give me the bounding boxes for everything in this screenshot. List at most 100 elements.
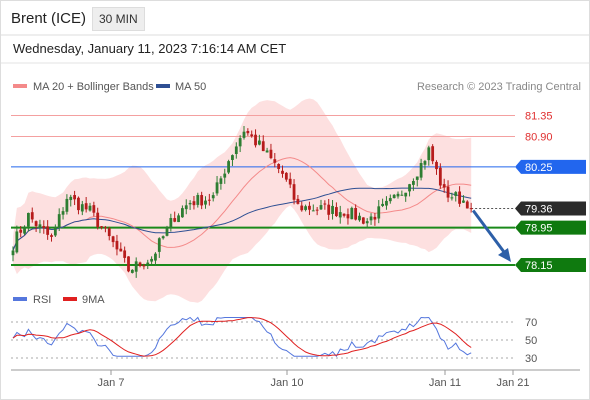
candle-body — [169, 218, 173, 228]
legend-9ma-label: 9MA — [82, 294, 105, 306]
candle-body — [200, 195, 204, 206]
candle-body — [219, 178, 223, 184]
candle-body — [254, 134, 257, 146]
candle-body — [338, 212, 342, 218]
candle-body — [231, 155, 234, 161]
candle-body — [465, 201, 469, 209]
rsi-legend: RSI 9MA — [13, 294, 105, 306]
candle-body — [73, 195, 76, 200]
candle-body — [404, 192, 408, 197]
candle-body — [184, 205, 188, 210]
candle-body — [296, 198, 300, 204]
bollinger-band-area — [13, 98, 472, 303]
candle-body — [34, 221, 38, 226]
candle-body — [431, 146, 435, 162]
candle-body — [19, 229, 23, 233]
candle-body — [27, 212, 30, 227]
candle-body — [392, 194, 396, 199]
candle-body — [50, 235, 53, 237]
candle-body — [207, 199, 211, 201]
candle-body — [435, 161, 438, 170]
candle-body — [154, 253, 157, 261]
candle-body — [281, 170, 284, 174]
candle-body — [42, 226, 46, 229]
candle-body — [234, 146, 238, 154]
candle-body — [342, 213, 346, 216]
x-tick-label: Jan 21 — [496, 377, 529, 389]
candle-body — [53, 227, 57, 236]
candle — [165, 225, 169, 237]
candle-body — [69, 196, 73, 201]
candle-body — [11, 250, 15, 256]
rsi-tick-label: 70 — [525, 317, 537, 329]
candle-body — [104, 227, 107, 229]
candle-body — [396, 193, 400, 197]
x-axis-ticks: Jan 7 Jan 10 Jan 11 Jan 21 — [98, 370, 530, 389]
candle-body — [80, 204, 84, 212]
rsi-line — [12, 316, 472, 358]
level-labels-layer: 81.35 80.90 80.25 79.36 78.95 78.15 — [515, 111, 586, 272]
candle-body — [157, 238, 161, 252]
candle-body — [161, 236, 165, 239]
candle-body — [111, 236, 115, 243]
candle-body — [284, 172, 288, 180]
candle-body — [181, 208, 184, 218]
candle-body — [15, 231, 19, 253]
candle-body — [177, 215, 180, 223]
candle-body — [61, 211, 65, 215]
chart-root: Brent (ICE) 30 MIN Wednesday, January 11… — [0, 0, 590, 400]
candle-body — [96, 212, 100, 228]
candle — [227, 159, 230, 175]
candle-body — [88, 205, 92, 211]
candle-body — [192, 201, 196, 206]
copyright: Research © 2023 Trading Central — [417, 81, 581, 93]
candle-body — [377, 206, 381, 219]
candle-body — [77, 197, 80, 211]
candle-body — [327, 204, 331, 215]
candle-body — [331, 205, 334, 214]
candle-body — [369, 216, 373, 221]
candle-body — [138, 262, 142, 267]
candle-body — [23, 226, 26, 234]
candle-body — [323, 203, 327, 205]
candle-body — [315, 209, 319, 211]
candle-body — [92, 205, 96, 213]
candle-body — [438, 167, 442, 186]
legend-rsi-label: RSI — [33, 294, 51, 306]
candle — [361, 217, 365, 225]
candle-body — [381, 203, 384, 206]
main-legend: MA 20 + Bollinger Bands MA 50 Research ©… — [13, 81, 581, 93]
candle-body — [419, 163, 423, 178]
candle-body — [288, 178, 292, 185]
legend-ma50-label: MA 50 — [175, 81, 206, 93]
rsi-tick-label: 30 — [525, 353, 537, 365]
pivot-label: 80.25 — [525, 162, 553, 174]
candle-body — [358, 215, 361, 221]
candle-body — [100, 226, 103, 228]
candle-body — [227, 161, 230, 173]
candle-body — [246, 131, 250, 134]
candle-body — [423, 161, 427, 165]
candle — [127, 256, 130, 273]
rsi-tick-label: 50 — [525, 335, 537, 347]
candle-body — [134, 261, 138, 272]
candle — [431, 144, 435, 165]
candle-body — [250, 134, 254, 137]
candle-body — [308, 205, 311, 210]
support-label-5: 78.15 — [525, 260, 553, 272]
candle-body — [188, 202, 192, 205]
candle-body — [304, 206, 307, 210]
candle-body — [427, 147, 431, 161]
candle-body — [265, 150, 269, 153]
candle-body — [258, 140, 261, 145]
candle — [350, 206, 354, 220]
candle-body — [173, 218, 177, 222]
candle-body — [319, 205, 323, 210]
candle-body — [408, 184, 411, 192]
candle-body — [204, 200, 207, 205]
candle-body — [365, 221, 369, 224]
candle-body — [130, 269, 134, 273]
candle-body — [119, 248, 123, 252]
candle-body — [211, 195, 215, 199]
candle-body — [335, 207, 338, 217]
